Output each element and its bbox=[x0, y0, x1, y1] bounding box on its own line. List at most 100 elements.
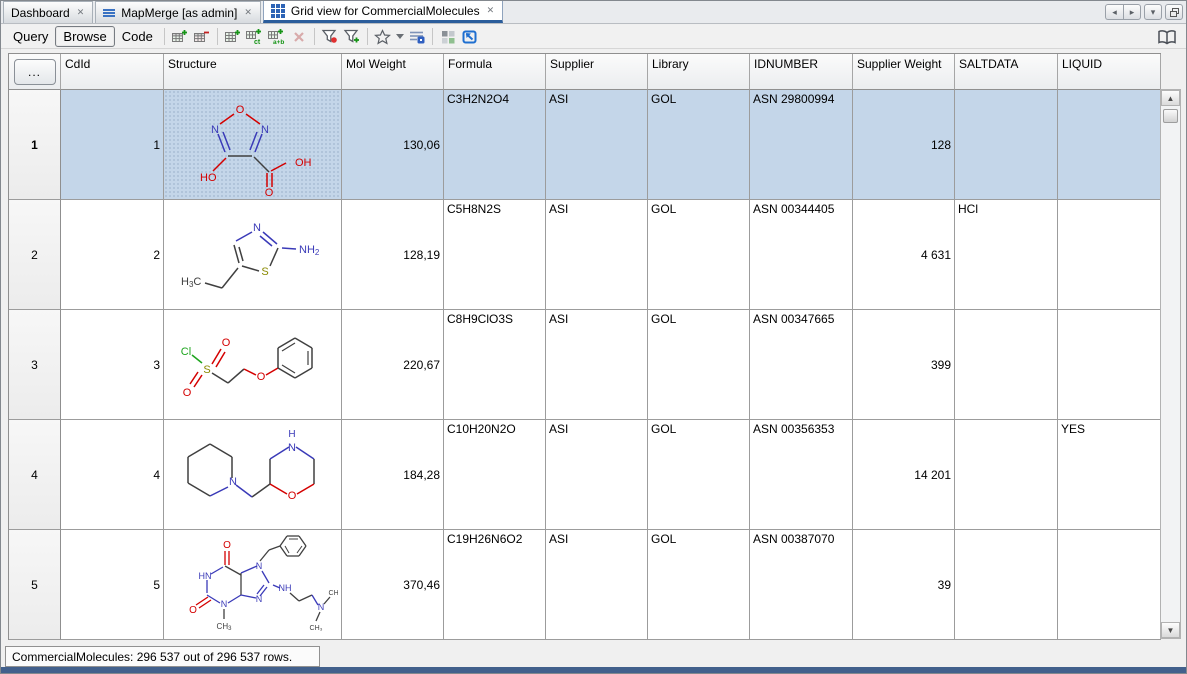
grid-settings-button[interactable] bbox=[406, 26, 428, 47]
close-icon[interactable]: ✕ bbox=[243, 7, 253, 18]
cell-supplier-weight[interactable]: 4 631 bbox=[853, 200, 955, 310]
cell-liquid[interactable] bbox=[1058, 200, 1161, 310]
cell-mol-weight[interactable]: 130,06 bbox=[342, 90, 444, 200]
scrollbar-thumb[interactable] bbox=[1163, 109, 1178, 123]
column-header-liquid[interactable]: LIQUID bbox=[1058, 54, 1161, 90]
row-header[interactable]: 2 bbox=[9, 200, 61, 310]
tab-mapmerge[interactable]: MapMerge [as admin] ✕ bbox=[95, 1, 261, 23]
cell-saltdata[interactable] bbox=[955, 530, 1058, 640]
cell-idnumber[interactable]: ASN 00356353 bbox=[750, 420, 853, 530]
cell-mol-weight[interactable]: 370,46 bbox=[342, 530, 444, 640]
cell-idnumber[interactable]: ASN 00347665 bbox=[750, 310, 853, 420]
insert-row-button[interactable] bbox=[222, 26, 244, 47]
cell-supplier-weight[interactable]: 399 bbox=[853, 310, 955, 420]
star-dropdown-button[interactable] bbox=[394, 26, 406, 47]
svg-text:CH₃: CH₃ bbox=[328, 590, 337, 597]
cell-idnumber[interactable]: ASN 00387070 bbox=[750, 530, 853, 640]
cell-mol-weight[interactable]: 220,67 bbox=[342, 310, 444, 420]
vertical-scrollbar[interactable]: ▲ ▼ bbox=[1160, 89, 1181, 639]
cell-idnumber[interactable]: ASN 29800994 bbox=[750, 90, 853, 200]
cell-structure[interactable]: Cl S O O O bbox=[164, 310, 342, 420]
cell-supplier[interactable]: ASI bbox=[546, 200, 648, 310]
remove-row-button[interactable] bbox=[191, 26, 213, 47]
cell-mol-weight[interactable]: 128,19 bbox=[342, 200, 444, 310]
cell-cdid[interactable]: 3 bbox=[61, 310, 164, 420]
cell-library[interactable]: GOL bbox=[648, 420, 750, 530]
cell-cdid[interactable]: 5 bbox=[61, 530, 164, 640]
cell-saltdata[interactable] bbox=[955, 90, 1058, 200]
column-header-supplier-weight[interactable]: Supplier Weight bbox=[853, 54, 955, 90]
cell-supplier-weight[interactable]: 14 201 bbox=[853, 420, 955, 530]
add-row-ct-button[interactable]: ct bbox=[244, 26, 266, 47]
cell-structure[interactable]: O N N OH HO O bbox=[164, 90, 342, 200]
cell-supplier[interactable]: ASI bbox=[546, 90, 648, 200]
column-header-structure[interactable]: Structure bbox=[164, 54, 342, 90]
table-options-button[interactable]: ... bbox=[14, 59, 56, 85]
open-in-window-button[interactable] bbox=[459, 26, 481, 47]
delete-disabled-button[interactable] bbox=[288, 26, 310, 47]
favorites-star-button[interactable] bbox=[372, 26, 394, 47]
cell-library[interactable]: GOL bbox=[648, 200, 750, 310]
cell-liquid[interactable] bbox=[1058, 530, 1161, 640]
close-icon[interactable]: ✕ bbox=[486, 5, 496, 16]
cell-structure[interactable]: N N H O bbox=[164, 420, 342, 530]
scroll-tabs-left-button[interactable]: ◂ bbox=[1105, 4, 1123, 20]
column-header-idnumber[interactable]: IDNUMBER bbox=[750, 54, 853, 90]
cell-supplier-weight[interactable]: 128 bbox=[853, 90, 955, 200]
cell-idnumber[interactable]: ASN 00344405 bbox=[750, 200, 853, 310]
filter-button[interactable] bbox=[319, 26, 341, 47]
cell-cdid[interactable]: 2 bbox=[61, 200, 164, 310]
column-header-supplier[interactable]: Supplier bbox=[546, 54, 648, 90]
add-row-ab-button[interactable]: a+b bbox=[266, 26, 288, 47]
cell-liquid[interactable]: YES bbox=[1058, 420, 1161, 530]
column-header-formula[interactable]: Formula bbox=[444, 54, 546, 90]
row-header[interactable]: 4 bbox=[9, 420, 61, 530]
cell-liquid[interactable] bbox=[1058, 310, 1161, 420]
cell-formula[interactable]: C8H9ClO3S bbox=[444, 310, 546, 420]
tab-dashboard[interactable]: Dashboard ✕ bbox=[3, 1, 93, 23]
cell-liquid[interactable] bbox=[1058, 90, 1161, 200]
cell-saltdata[interactable]: HCl bbox=[955, 200, 1058, 310]
scroll-down-button[interactable]: ▼ bbox=[1161, 622, 1180, 638]
close-icon[interactable]: ✕ bbox=[76, 7, 86, 18]
cell-cdid[interactable]: 1 bbox=[61, 90, 164, 200]
cell-cdid[interactable]: 4 bbox=[61, 420, 164, 530]
add-filter-button[interactable] bbox=[341, 26, 363, 47]
cell-library[interactable]: GOL bbox=[648, 530, 750, 640]
cell-formula[interactable]: C3H2N2O4 bbox=[444, 90, 546, 200]
cell-formula[interactable]: C19H26N6O2 bbox=[444, 530, 546, 640]
add-row-button[interactable] bbox=[169, 26, 191, 47]
mode-browse-button[interactable]: Browse bbox=[55, 26, 114, 47]
cell-supplier[interactable]: ASI bbox=[546, 530, 648, 640]
tab-list-dropdown-button[interactable]: ▾ bbox=[1144, 4, 1162, 20]
column-header-library[interactable]: Library bbox=[648, 54, 750, 90]
cell-supplier-weight[interactable]: 39 bbox=[853, 530, 955, 640]
filter-add-icon bbox=[343, 28, 361, 45]
cell-mol-weight[interactable]: 184,28 bbox=[342, 420, 444, 530]
cell-supplier[interactable]: ASI bbox=[546, 310, 648, 420]
scroll-up-button[interactable]: ▲ bbox=[1161, 90, 1180, 106]
bookmarks-button[interactable] bbox=[1156, 27, 1178, 48]
column-header-mol-weight[interactable]: Mol Weight bbox=[342, 54, 444, 90]
cell-supplier[interactable]: ASI bbox=[546, 420, 648, 530]
row-header[interactable]: 1 bbox=[9, 90, 61, 200]
maximize-view-button[interactable] bbox=[1165, 4, 1183, 20]
cell-formula[interactable]: C5H8N2S bbox=[444, 200, 546, 310]
column-header-cdid[interactable]: CdId bbox=[61, 54, 164, 90]
mode-code-button[interactable]: Code bbox=[115, 27, 160, 46]
scroll-tabs-right-button[interactable]: ▸ bbox=[1123, 4, 1141, 20]
cell-saltdata[interactable] bbox=[955, 420, 1058, 530]
row-header[interactable]: 5 bbox=[9, 530, 61, 640]
cell-saltdata[interactable] bbox=[955, 310, 1058, 420]
cell-library[interactable]: GOL bbox=[648, 310, 750, 420]
cell-library[interactable]: GOL bbox=[648, 90, 750, 200]
tab-grid-view[interactable]: Grid view for CommercialMolecules ✕ bbox=[263, 0, 503, 23]
table-row: 2 2 N S NH2 H3C bbox=[9, 200, 1161, 310]
mode-query-button[interactable]: Query bbox=[6, 27, 55, 46]
layout-button[interactable] bbox=[437, 26, 459, 47]
cell-formula[interactable]: C10H20N2O bbox=[444, 420, 546, 530]
row-header[interactable]: 3 bbox=[9, 310, 61, 420]
cell-structure[interactable]: N S NH2 H3C bbox=[164, 200, 342, 310]
column-header-saltdata[interactable]: SALTDATA bbox=[955, 54, 1058, 90]
cell-structure[interactable]: HN O O N CH3 N N NH N CH₃ CH₃ bbox=[164, 530, 342, 640]
